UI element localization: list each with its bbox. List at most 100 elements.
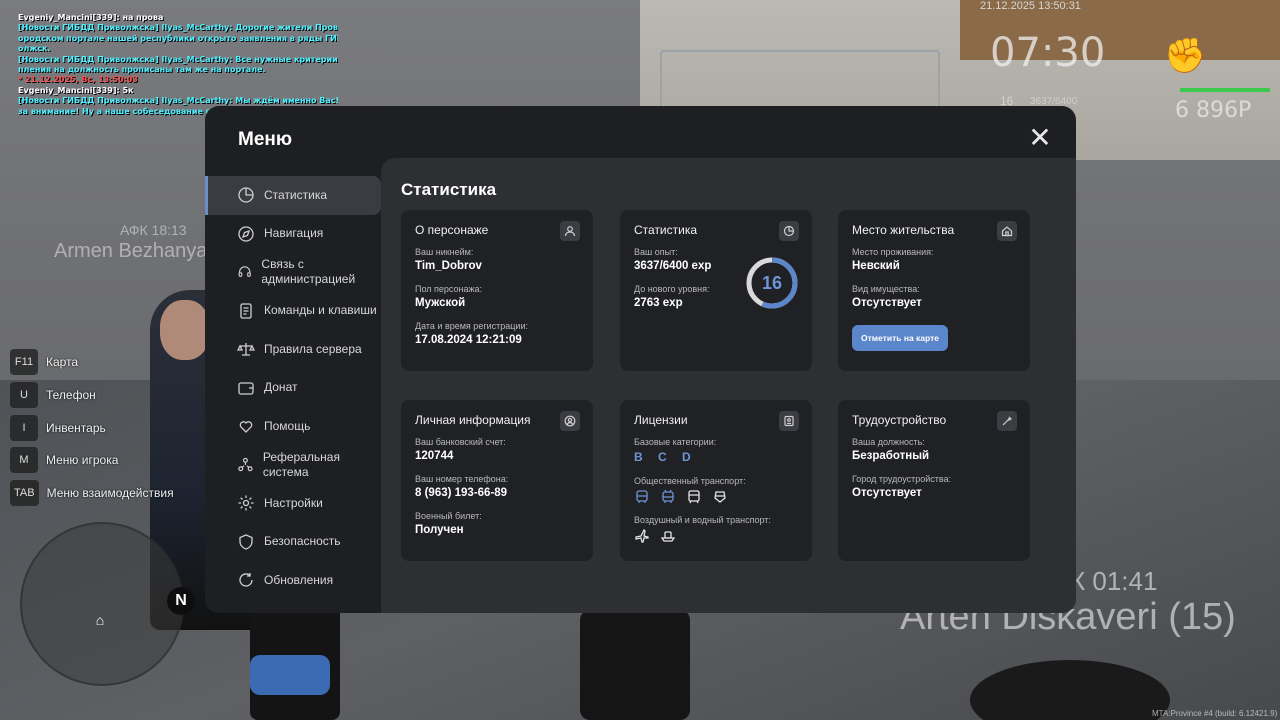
hud-money: 6 896Р: [1175, 98, 1252, 123]
card-personal: Личная информация Ваш банковский счет: 1…: [401, 400, 593, 561]
boat-icon: [660, 531, 676, 542]
referral-icon: [238, 457, 253, 471]
close-icon[interactable]: ✕: [1028, 124, 1052, 152]
chat-line: ородском портале нашей республики открыт…: [18, 33, 338, 43]
hotkey-inventory: I Инвентарь: [10, 411, 174, 444]
hotkey-hints: F11 Карта U Телефон I Инвентарь M Меню и…: [10, 346, 174, 509]
hotkey-map: F11 Карта: [10, 346, 174, 379]
sidebar-item-label: Правила сервера: [264, 341, 362, 356]
house-icon: [997, 221, 1017, 241]
field-label: Военный билет:: [415, 511, 482, 521]
sidebar-item-2[interactable]: Связь с администрацией: [205, 253, 381, 292]
level-value: 16: [761, 272, 783, 293]
sidebar-item-4[interactable]: Правила сервера: [205, 330, 381, 369]
train-icon: [714, 491, 726, 503]
chat-line: [Новости ГИБДД Приволжска] Ilyas_McCarth…: [18, 54, 338, 64]
trolleybus-icon: [662, 489, 674, 503]
registration-value: 17.08.2024 12:21:09: [415, 334, 522, 346]
sidebar-item-7[interactable]: Реферальная система: [205, 446, 381, 485]
hotkey-key: M: [10, 447, 38, 474]
headset-icon: [238, 266, 251, 278]
plane-icon: [635, 528, 649, 543]
mark-on-map-button[interactable]: Отметить на карте: [852, 325, 948, 351]
document-icon: [240, 303, 252, 319]
hotkey-label: Инвентарь: [46, 420, 106, 435]
sidebar-item-0[interactable]: Статистика: [205, 176, 381, 215]
sidebar-item-9[interactable]: Безопасность: [205, 523, 381, 562]
hotkey-interaction-menu: TAB Меню взаимодействия: [10, 477, 174, 510]
card-title: О персонаже: [415, 223, 489, 237]
field-label: Ваш банковский счет:: [415, 437, 506, 447]
tools-icon: [997, 411, 1017, 431]
shield-icon: [239, 534, 253, 550]
sidebar-item-10[interactable]: Обновления: [205, 561, 381, 600]
hotkey-key: U: [10, 382, 38, 409]
sidebar-item-1[interactable]: Навигация: [205, 215, 381, 254]
nametag-left: Armen Bezhanya: [54, 240, 208, 262]
position-value: Безработный: [852, 450, 930, 462]
field-label: Вид имущества:: [852, 284, 920, 294]
player-legs-center: [580, 610, 690, 720]
hud-time: 07:30: [990, 30, 1106, 76]
field-label: Место проживания:: [852, 247, 934, 257]
field-label: Общественный транспорт:: [634, 476, 746, 486]
sidebar-item-5[interactable]: Донат: [205, 369, 381, 408]
pie-chart-icon: [238, 187, 254, 203]
menu-title: Меню: [238, 129, 293, 150]
scales-icon: [237, 343, 255, 356]
card-licenses: Лицензии Базовые категории: B C D Общест…: [620, 400, 812, 561]
sidebar-item-label: Безопасность: [264, 534, 341, 549]
compass-north-icon: N: [167, 587, 195, 615]
hotkey-phone: U Телефон: [10, 379, 174, 412]
card-residence: Место жительства Место проживания: Невск…: [838, 210, 1030, 371]
military-id-value: Получен: [415, 524, 464, 536]
chat-log: Evgeniy_Mancini[339]: на прова [Новости Г…: [18, 13, 338, 117]
nametag-afk-right: К 01:41: [1070, 566, 1158, 596]
property-value: Отсутствует: [852, 297, 922, 309]
menu-content: Статистика О персонаже Ваш никнейм: Tim_…: [381, 158, 1076, 613]
compass-icon: [238, 226, 254, 242]
content-title: Статистика: [401, 180, 497, 199]
employment-city-value: Отсутствует: [852, 487, 922, 499]
field-label: Воздушный и водный транспорт:: [634, 515, 771, 525]
chat-line: Evgeniy_Mancini[339]: на прова: [18, 13, 164, 22]
background-bench: [660, 50, 940, 110]
card-stats: Статистика Ваш опыт: 3637/6400 exp До но…: [620, 210, 812, 371]
player-position-icon: ⌂: [95, 612, 105, 628]
sidebar-item-6[interactable]: Помощь: [205, 407, 381, 446]
hotkey-label: Карта: [46, 355, 79, 370]
fist-icon: ✊: [1164, 37, 1207, 75]
nametag-afk-left: АФК 18:13: [120, 222, 187, 238]
refresh-icon: [239, 573, 253, 587]
menu-sidebar: Статистика Навигация Связь с администрацие…: [205, 176, 381, 600]
bank-account-value: 120744: [415, 450, 454, 462]
sidebar-item-label: Обновления: [264, 572, 334, 587]
bus-icon: [636, 490, 648, 503]
hotkey-key: F11: [10, 349, 38, 376]
health-bar: [1180, 88, 1270, 92]
id-badge-icon: [560, 411, 580, 431]
sidebar-item-label: Донат: [264, 380, 298, 395]
player-shoe: [250, 655, 330, 695]
sidebar-item-label: Статистика: [264, 187, 328, 202]
wallet-icon: [238, 382, 254, 395]
field-label: Ваш никнейм:: [415, 247, 474, 257]
chat-line: олжск.: [18, 44, 51, 54]
hud-date: 21.12.2025 13:50:31: [980, 0, 1081, 12]
sidebar-item-label: Навигация: [264, 226, 324, 241]
hotkey-player-menu: M Меню игрока: [10, 444, 174, 477]
menu-modal: Меню ✕ Статистика Навигация Связь с админи…: [205, 106, 1076, 613]
chat-line: * 21.12.2025, Вс, 13:50:03: [18, 75, 138, 85]
sidebar-item-3[interactable]: Команды и клавиши: [205, 292, 381, 331]
field-label: Ваш номер телефона:: [415, 474, 509, 484]
sidebar-item-label: Настройки: [264, 495, 323, 510]
card-title: Личная информация: [415, 413, 531, 427]
sidebar-item-8[interactable]: Настройки: [205, 484, 381, 523]
gender-value: Мужской: [415, 297, 466, 309]
build-info: MTA:Province #4 (build: 6.12421.9): [1152, 709, 1278, 718]
base-categories: B C D: [634, 450, 697, 464]
heart-hand-icon: [239, 421, 253, 434]
field-label: Ваша должность:: [852, 437, 925, 447]
sidebar-item-label: Реферальная система: [262, 449, 340, 479]
hotkey-key: TAB: [10, 480, 39, 507]
